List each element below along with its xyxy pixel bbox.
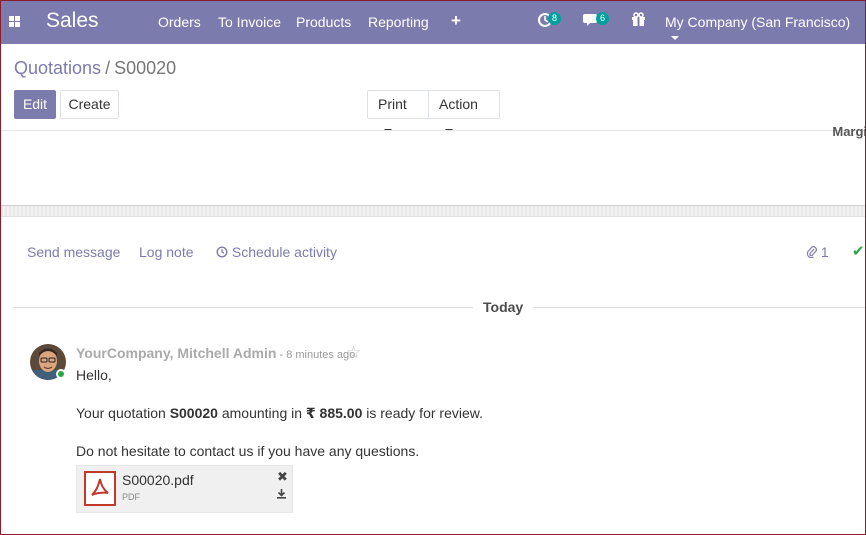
schedule-activity-button[interactable]: Schedule activity — [216, 244, 337, 260]
breadcrumb-separator: / — [105, 58, 111, 78]
remove-attachment-icon[interactable]: ✖ — [277, 469, 288, 485]
action-dropdown[interactable]: Action — [428, 90, 500, 134]
menu-products[interactable]: Products — [296, 14, 351, 30]
company-name: My Company (San Francisco) — [665, 14, 851, 30]
print-dropdown[interactable]: Print — [367, 90, 429, 134]
message-badge: 6 — [596, 12, 610, 25]
author-name[interactable]: YourCompany, Mitchell Admin — [76, 345, 276, 361]
message-greeting: Hello, — [76, 367, 112, 383]
message-time: - 8 minutes ago — [276, 349, 356, 361]
form-sheet — [1, 130, 865, 206]
breadcrumb-current: S00020 — [114, 58, 177, 78]
breadcrumb: Quotations / S00020 — [14, 58, 176, 79]
edit-button[interactable]: Edit — [14, 90, 56, 119]
gift-icon[interactable] — [631, 12, 646, 31]
print-label: Print — [378, 96, 407, 112]
order-amount: ₹ 885.00 — [305, 405, 363, 421]
plus-icon[interactable]: + — [451, 11, 461, 31]
breadcrumb-quotations[interactable]: Quotations — [14, 58, 101, 78]
send-message-button[interactable]: Send message — [27, 244, 120, 260]
menu-orders[interactable]: Orders — [158, 14, 201, 30]
attachment-name[interactable]: S00020.pdf — [122, 472, 194, 488]
pdf-file-icon — [84, 471, 116, 506]
app-brand[interactable]: Sales — [46, 9, 99, 33]
following-check-icon[interactable]: ✔ — [852, 242, 865, 260]
activity-badge: 8 — [548, 12, 562, 25]
menu-reporting[interactable]: Reporting — [368, 14, 429, 30]
download-icon[interactable] — [276, 488, 287, 502]
body-prefix: Your quotation — [76, 405, 170, 421]
clock-icon — [216, 246, 228, 258]
schedule-activity-label: Schedule activity — [231, 244, 337, 260]
star-icon[interactable]: ☆ — [346, 343, 361, 363]
attachment-count: 1 — [820, 244, 829, 260]
date-separator-line — [13, 307, 865, 308]
margin-label: Margin — [832, 124, 865, 139]
chevron-down-icon — [671, 36, 679, 41]
attachment-type: PDF — [122, 492, 140, 502]
log-note-button[interactable]: Log note — [139, 244, 194, 260]
attachment-card[interactable]: S00020.pdf PDF ✖ — [76, 465, 293, 513]
body-suffix: is ready for review. — [362, 405, 483, 421]
date-separator-label: Today — [473, 299, 534, 315]
company-switcher[interactable]: My Company (San Francisco) — [665, 14, 865, 46]
action-label: Action — [439, 96, 478, 112]
order-reference: S00020 — [169, 405, 218, 421]
body-mid: amounting in — [217, 405, 306, 421]
paperclip-icon — [806, 246, 817, 259]
menu-to-invoice[interactable]: To Invoice — [218, 14, 281, 30]
apps-menu-icon[interactable] — [9, 16, 20, 27]
sheet-separator — [1, 205, 865, 217]
online-status-icon — [56, 369, 66, 379]
create-button[interactable]: Create — [60, 90, 119, 119]
message-body: Your quotation S00020 amounting in ₹ 885… — [76, 405, 483, 422]
attachment-counter[interactable]: 1 — [806, 244, 829, 260]
top-navbar: Sales Orders To Invoice Products Reporti… — [1, 1, 865, 46]
message-closing: Do not hesitate to contact us if you hav… — [76, 443, 420, 459]
window: Sales Orders To Invoice Products Reporti… — [0, 0, 866, 535]
message-author: YourCompany, Mitchell Admin - 8 minutes … — [76, 345, 355, 361]
